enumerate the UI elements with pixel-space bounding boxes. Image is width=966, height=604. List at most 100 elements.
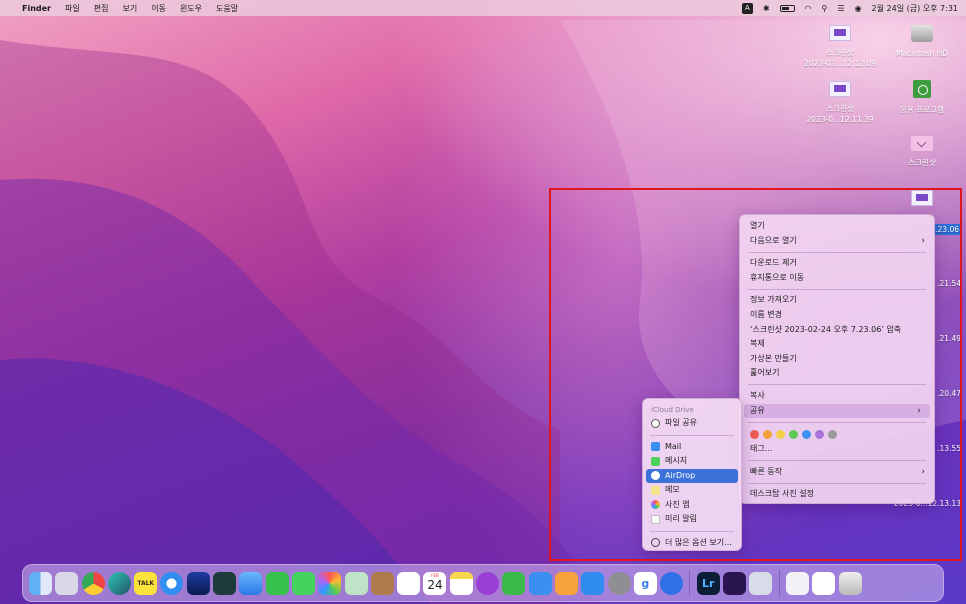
tag-color-dot-1[interactable]: [763, 429, 772, 439]
icon-label: 스크린샷: [908, 158, 936, 167]
chevron-right-icon: ›: [921, 235, 925, 246]
bluetooth-icon[interactable]: ✱: [763, 4, 770, 13]
share-item-file-share[interactable]: 파일 공유: [643, 416, 741, 431]
menu-item-label: 공유: [750, 405, 765, 415]
filmora-icon[interactable]: [213, 571, 237, 595]
contacts-icon[interactable]: [370, 571, 394, 595]
desktop-icon-screenshot[interactable]: 스크린샷 2023-02...12.12.09: [800, 25, 880, 69]
menu-file[interactable]: 파일: [65, 3, 80, 14]
desktop-icon-macintosh-hd[interactable]: Macintosh HD: [884, 25, 960, 59]
maps-icon[interactable]: [344, 571, 368, 595]
share-item-reminders[interactable]: 미리 알림: [643, 512, 741, 527]
reminders-app-icon[interactable]: [397, 571, 421, 595]
menu-go[interactable]: 이동: [151, 3, 166, 14]
menu-item-set-desktop-picture[interactable]: 데스크탑 사진 설정: [740, 487, 934, 502]
document-stack-icon[interactable]: [785, 571, 809, 595]
app-store-icon[interactable]: [581, 571, 605, 595]
context-menu: 열기 다음으로 열기 › 다운로드 제거 휴지통으로 이동 정보 가져오기 이름 …: [739, 214, 935, 504]
share-item-messages[interactable]: 메시지: [643, 454, 741, 469]
safari-icon[interactable]: [160, 571, 184, 595]
tag-color-dot-2[interactable]: [776, 429, 785, 439]
menu-item-rename[interactable]: 이름 변경: [740, 308, 934, 323]
podcasts-icon[interactable]: [476, 571, 500, 595]
kakaotalk-icon[interactable]: TALK: [134, 571, 158, 595]
notes-app-icon[interactable]: [449, 571, 473, 595]
menu-item-open[interactable]: 열기: [740, 219, 934, 234]
tag-color-dot-3[interactable]: [789, 429, 798, 439]
wifi-icon[interactable]: ◠: [805, 4, 812, 13]
menu-item-copy[interactable]: 복사: [740, 389, 934, 404]
tag-color-dot-4[interactable]: [802, 429, 811, 439]
menu-item-label: 열기: [750, 221, 765, 230]
affinity-icon[interactable]: [186, 571, 210, 595]
menu-item-tags[interactable]: 태그...: [740, 442, 934, 457]
chrome-icon[interactable]: [81, 571, 105, 595]
mail-icon: [651, 442, 660, 452]
launchpad-icon[interactable]: [55, 571, 79, 595]
spotlight-search-icon[interactable]: ⚲: [822, 4, 828, 13]
pages-icon[interactable]: [554, 571, 578, 595]
keynote-icon[interactable]: [528, 571, 552, 595]
menu-help[interactable]: 도움말: [216, 3, 238, 14]
desktop-icon-screenshot-folder[interactable]: 스크린샷: [884, 136, 960, 168]
edge-like-browser-icon[interactable]: [107, 571, 131, 595]
share-item-notes[interactable]: 메모: [643, 483, 741, 498]
bluetooth-app-icon[interactable]: [660, 571, 684, 595]
desktop-icon-applications[interactable]: 응용 프로그램: [884, 80, 960, 115]
menu-extras: A ✱ ◠ ⚲ ☰ ◉ 2월 24일 (금) 오후 7:31: [741, 0, 958, 16]
share-item-airdrop[interactable]: AirDrop: [646, 468, 738, 483]
mail-app-icon[interactable]: [239, 571, 263, 595]
menu-item-label: 복사: [750, 390, 765, 400]
menu-view[interactable]: 보기: [122, 3, 137, 14]
share-item-photos[interactable]: 사진 앱: [643, 498, 741, 513]
tag-color-dot-0[interactable]: [750, 429, 759, 439]
icon-label: Macintosh HD: [895, 49, 949, 58]
tag-color-dot-5[interactable]: [815, 429, 824, 439]
menu-item-label: 훑어보기: [750, 368, 780, 378]
menu-item-share[interactable]: 공유 ›: [744, 403, 930, 419]
screenshot-stack-icon[interactable]: [812, 571, 836, 595]
icon-label: 응용 프로그램: [900, 105, 944, 114]
finder-icon[interactable]: [29, 571, 52, 595]
facetime-icon[interactable]: [265, 571, 289, 595]
menu-divider: [650, 434, 734, 436]
menu-item-duplicate[interactable]: 복제: [740, 337, 934, 352]
siri-icon[interactable]: ◉: [855, 4, 862, 13]
tag-color-dot-6[interactable]: [828, 429, 837, 439]
menu-item-quick-look[interactable]: 훑어보기: [740, 366, 934, 381]
gmail-like-icon[interactable]: g: [633, 571, 657, 595]
menu-item-label: 복제: [750, 339, 765, 349]
photos-app-icon[interactable]: [318, 571, 342, 595]
desktop-icon-screenshot[interactable]: 스크린샷 2023-0...12.11.39: [800, 81, 880, 125]
menu-app-finder[interactable]: Finder: [22, 4, 51, 13]
calendar-icon[interactable]: 24: [423, 571, 447, 595]
menu-edit[interactable]: 편집: [94, 3, 109, 14]
menu-item-open-with[interactable]: 다음으로 열기 ›: [740, 234, 934, 249]
share-item-more-options[interactable]: 더 많은 옵션 보기...: [643, 536, 741, 551]
menu-item-remove-download[interactable]: 다운로드 제거: [740, 256, 934, 271]
hard-drive-icon: [911, 25, 933, 42]
lightroom-icon[interactable]: Lr: [696, 571, 720, 595]
menu-divider: [748, 251, 926, 253]
share-item-mail[interactable]: Mail: [643, 440, 741, 455]
menu-item-make-alias[interactable]: 가상본 만들기: [740, 352, 934, 367]
messages-app-icon[interactable]: [291, 571, 315, 595]
system-settings-icon[interactable]: [607, 571, 631, 595]
battery-icon[interactable]: [779, 4, 795, 12]
input-source-icon[interactable]: A: [741, 2, 753, 14]
preview-icon[interactable]: [749, 571, 773, 595]
menu-window[interactable]: 윈도우: [180, 3, 202, 14]
clock[interactable]: 2월 24일 (금) 오후 7:31: [872, 3, 958, 14]
menu-divider: [650, 530, 734, 532]
menu-item-quick-actions[interactable]: 빠른 동작 ›: [740, 465, 934, 480]
menu-item-move-to-trash[interactable]: 휴지통으로 이동: [740, 271, 934, 286]
menu-item-get-info[interactable]: 정보 가져오기: [740, 293, 934, 308]
menu-item-compress[interactable]: ‘스크린샷 2023-02-24 오후 7.23.06’ 압축: [740, 323, 934, 338]
control-center-icon[interactable]: ☰: [837, 4, 844, 13]
menu-item-label: ‘스크린샷 2023-02-24 오후 7.23.06’ 압축: [750, 324, 902, 334]
numbers-icon[interactable]: [502, 571, 526, 595]
dock-divider: [689, 570, 691, 596]
capcut-like-icon[interactable]: [723, 571, 747, 595]
share-item-label: 메시지: [665, 456, 688, 465]
trash-icon[interactable]: [838, 571, 862, 595]
